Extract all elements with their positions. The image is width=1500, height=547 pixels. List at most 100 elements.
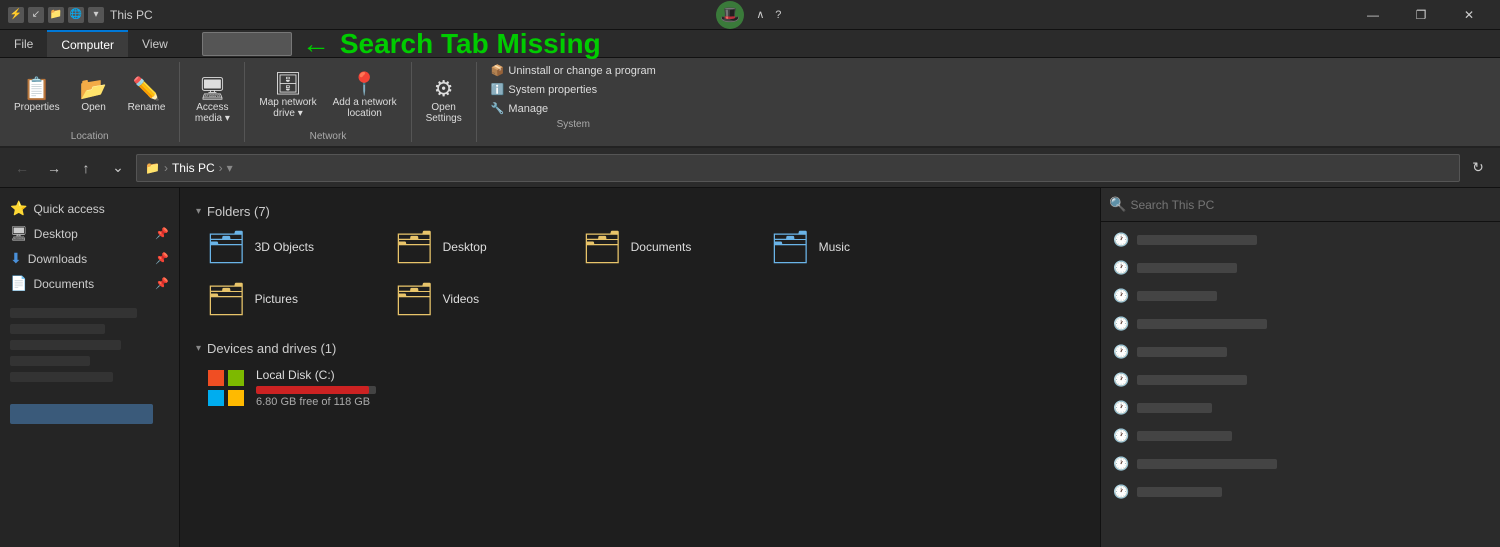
folder-item-music[interactable]: 🗂 Music [760, 225, 940, 269]
folder-item-pictures[interactable]: 🗂 Pictures [196, 277, 376, 321]
music-folder-label: Music [819, 240, 850, 254]
open-settings-button[interactable]: ⚙ OpenSettings [420, 74, 468, 128]
properties-button[interactable]: 📋 Properties [8, 74, 66, 117]
documents-label: Documents [33, 277, 94, 291]
dropdown-arrow-icon[interactable]: ▾ [88, 7, 104, 23]
sidebar-downloads-left: ⬇ Downloads [10, 250, 87, 267]
manage-button[interactable]: 🔧 Manage [485, 100, 662, 117]
folder-icon-small[interactable]: 📁 [48, 7, 64, 23]
pin-downloads-icon: 📌 [155, 252, 169, 265]
recent-locations-button[interactable]: ⌄ [104, 154, 132, 182]
search-result-3[interactable]: 🕐 [1101, 282, 1500, 310]
search-result-10[interactable]: 🕐 [1101, 478, 1500, 506]
chevron-up-icon[interactable]: ∧ [752, 7, 768, 23]
folder-item-videos[interactable]: 🗂 Videos [384, 277, 564, 321]
sidebar-desktop-left: 🖥 Desktop [10, 225, 78, 242]
history-icon-5: 🕐 [1113, 344, 1129, 360]
videos-folder-label: Videos [443, 292, 479, 306]
uninstall-label: Uninstall or change a program [508, 65, 655, 77]
refresh-button[interactable]: ↻ [1464, 154, 1492, 182]
downloads-label: Downloads [28, 252, 87, 266]
quick-access-icon[interactable]: ⚡ [8, 7, 24, 23]
folders-chevron-icon[interactable]: ▾ [196, 206, 201, 217]
search-result-2[interactable]: 🕐 [1101, 254, 1500, 282]
access-media-button[interactable]: 🖥 Accessmedia ▾ [188, 74, 236, 128]
drives-section-label: Devices and drives (1) [207, 341, 336, 356]
drive-item-local-disk[interactable]: Local Disk (C:) 6.80 GB free of 118 GB [196, 362, 416, 414]
uninstall-button[interactable]: 📦 Uninstall or change a program [485, 62, 662, 79]
desktop-folder-icon: 🗂 [394, 231, 435, 263]
history-icon-9: 🕐 [1113, 456, 1129, 472]
rename-button[interactable]: ✏️ Rename [122, 74, 172, 117]
minimize-button[interactable]: — [1350, 0, 1396, 30]
path-separator-2: › [219, 161, 223, 175]
sidebar-item-quick-access[interactable]: ⭐ Quick access [0, 196, 179, 221]
sidebar-item-downloads[interactable]: ⬇ Downloads 📌 [0, 246, 179, 271]
question-mark-icon[interactable]: ? [770, 7, 786, 23]
file-area: ▾ Folders (7) 🗂 3D Objects 🗂 Desktop 🗂 D… [180, 188, 1100, 547]
network-icon-small[interactable]: 🌐 [68, 7, 84, 23]
open-settings-label: OpenSettings [426, 102, 462, 124]
result-text-6 [1137, 375, 1247, 385]
ribbon-group-access-media: 🖥 Accessmedia ▾ [180, 62, 245, 142]
search-result-5[interactable]: 🕐 [1101, 338, 1500, 366]
map-network-drive-button[interactable]: 🗄 Map networkdrive ▾ [253, 69, 322, 123]
folder-item-desktop[interactable]: 🗂 Desktop [384, 225, 564, 269]
music-folder-icon: 🗂 [770, 231, 811, 263]
folder-item-documents[interactable]: 🗂 Documents [572, 225, 752, 269]
restore-button[interactable]: ❐ [1398, 0, 1444, 30]
open-button[interactable]: 📂 Open [70, 74, 118, 117]
up-button[interactable]: ↑ [72, 154, 100, 182]
address-bar-right: ↻ [1464, 154, 1492, 182]
path-chevron[interactable]: ▾ [227, 161, 233, 175]
tab-view[interactable]: View [128, 30, 182, 57]
title-bar-left: ⚡ ↙ 📁 🌐 ▾ This PC [8, 7, 153, 23]
folders-section-header: ▾ Folders (7) [196, 196, 1084, 225]
documents-folder-icon: 🗂 [582, 231, 623, 263]
search-input[interactable] [1130, 198, 1492, 212]
network-group-label: Network [310, 131, 347, 142]
system-properties-label: System properties [508, 84, 597, 96]
search-result-8[interactable]: 🕐 [1101, 422, 1500, 450]
search-result-7[interactable]: 🕐 [1101, 394, 1500, 422]
history-icon-7: 🕐 [1113, 400, 1129, 416]
drive-info: Local Disk (C:) 6.80 GB free of 118 GB [256, 368, 406, 408]
sidebar-item-documents[interactable]: 📄 Documents 📌 [0, 271, 179, 296]
add-network-location-button[interactable]: 📍 Add a networklocation [327, 69, 403, 123]
sidebar-documents-left: 📄 Documents [10, 275, 94, 292]
search-result-9[interactable]: 🕐 [1101, 450, 1500, 478]
documents-icon: 📄 [10, 275, 27, 292]
system-properties-button[interactable]: ℹ️ System properties [485, 81, 662, 98]
tab-file[interactable]: File [0, 30, 47, 57]
settings-icon: ⚙ [434, 78, 454, 100]
map-drive-icon: 🗄 [274, 73, 302, 95]
address-bar: ← → ↑ ⌄ 📁 › This PC › ▾ ↻ [0, 148, 1500, 188]
close-button[interactable]: ✕ [1446, 0, 1492, 30]
search-result-1[interactable]: 🕐 [1101, 226, 1500, 254]
forward-button[interactable]: → [40, 154, 68, 182]
sidebar-item-desktop[interactable]: 🖥 Desktop 📌 [0, 221, 179, 246]
downloads-icon: ⬇ [10, 250, 22, 267]
quick-access-label: Quick access [33, 202, 104, 216]
ribbon-tabs: File Computer View ← Search Tab Missing [0, 30, 1500, 58]
drive-usage-bar [256, 386, 376, 394]
result-text-3 [1137, 291, 1217, 301]
search-result-6[interactable]: 🕐 [1101, 366, 1500, 394]
ribbon-location-buttons: 📋 Properties 📂 Open ✏️ Rename [8, 62, 171, 129]
result-text-5 [1137, 347, 1227, 357]
path-this-pc: This PC [172, 161, 215, 175]
back-history-icon[interactable]: ↙ [28, 7, 44, 23]
history-icon-6: 🕐 [1113, 372, 1129, 388]
open-settings-buttons: ⚙ OpenSettings [420, 62, 468, 140]
drives-chevron-icon[interactable]: ▾ [196, 343, 201, 354]
desktop-icon: 🖥 [10, 225, 28, 242]
search-result-4[interactable]: 🕐 [1101, 310, 1500, 338]
folder-item-3d-objects[interactable]: 🗂 3D Objects [196, 225, 376, 269]
history-icon-4: 🕐 [1113, 316, 1129, 332]
drive-icon-container [206, 368, 246, 408]
manage-icon: 🔧 [491, 102, 505, 115]
tab-computer[interactable]: Computer [47, 30, 128, 57]
path-separator-1: › [164, 161, 168, 175]
address-path[interactable]: 📁 › This PC › ▾ [136, 154, 1460, 182]
back-button[interactable]: ← [8, 154, 36, 182]
